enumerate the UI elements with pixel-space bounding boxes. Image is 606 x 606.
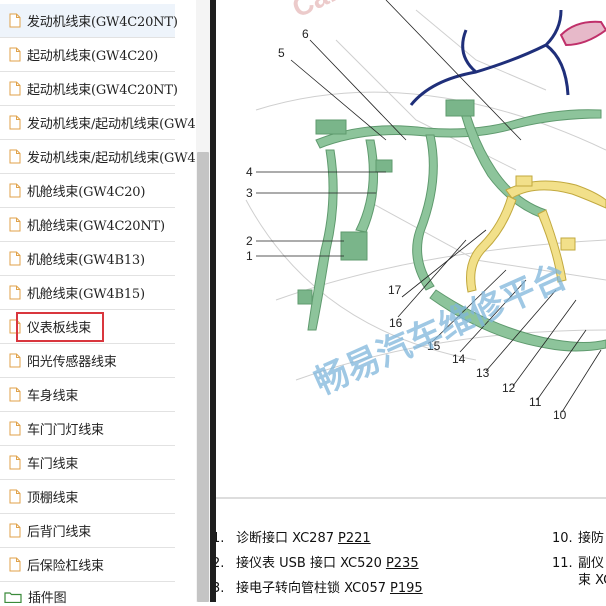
document-icon	[9, 183, 21, 198]
sidebar-item-label: 起动机线束(GW4C20NT)	[27, 79, 178, 98]
legend-item: 10.接防	[552, 527, 604, 546]
sidebar-item-label: 发动机线束/起动机线束(GW4	[27, 147, 195, 166]
legend-text: 诊断接口 XC287	[236, 531, 334, 546]
legend-text: 接仪表 USB 接口 XC520	[236, 556, 382, 571]
sidebar-item[interactable]: 后保险杠线束	[0, 548, 175, 582]
sidebar-item-label: 起动机线束(GW4C20)	[27, 45, 158, 64]
document-icon	[9, 115, 21, 130]
sidebar-scrollbar-thumb[interactable]	[197, 152, 209, 602]
sidebar-item[interactable]: 发动机线束/起动机线束(GW4	[0, 106, 175, 140]
sidebar-item-label: 机舱线束(GW4B13)	[27, 249, 145, 268]
sidebar-item-label: 后背门线束	[27, 521, 91, 540]
document-icon	[9, 217, 21, 232]
document-icon	[9, 455, 21, 470]
sidebar-item[interactable]: 机舱线束(GW4B15)	[0, 276, 175, 310]
sidebar-item[interactable]: 起动机线束(GW4C20NT)	[0, 72, 175, 106]
sidebar-item-label: 阳光传感器线束	[27, 351, 117, 370]
sidebar-item-label: 后保险杠线束	[27, 555, 104, 574]
folder-icon	[4, 591, 22, 603]
page-reference-link[interactable]: P235	[386, 556, 419, 571]
sidebar-item[interactable]: 车身线束	[0, 378, 175, 412]
document-icon	[9, 13, 21, 28]
callout-6: 6	[302, 27, 309, 41]
document-viewer[interactable]: Car	[216, 0, 606, 602]
legend-item: 3.接电子转向管柱锁 XC057 P195	[216, 577, 423, 596]
sidebar-item[interactable]: 起动机线束(GW4C20)	[0, 38, 175, 72]
document-icon	[9, 421, 21, 436]
sidebar-item[interactable]: 机舱线束(GW4B13)	[0, 242, 175, 276]
callout-4: 4	[246, 165, 253, 179]
tree-item-connector-diagram[interactable]: 插件图	[0, 587, 66, 606]
sidebar-item-label: 机舱线束(GW4C20NT)	[27, 215, 165, 234]
sidebar-item-label: 车门线束	[27, 453, 78, 472]
harness-list-sidebar: 发动机线束(GW4C20NT) 起动机线束(GW4C20) 起动机线束(GW4C20…	[0, 0, 210, 602]
page-reference-link[interactable]: P195	[390, 581, 423, 596]
document-icon	[9, 285, 21, 300]
sidebar-item[interactable]: 车门门灯线束	[0, 412, 175, 446]
legend-item: 束 XC	[552, 569, 606, 588]
callout-11: 11	[529, 395, 542, 409]
callout-5: 5	[278, 46, 285, 60]
callout-13: 13	[476, 366, 490, 380]
selected-item-highlight	[16, 312, 104, 342]
sidebar-item[interactable]: 车门线束	[0, 446, 175, 480]
sidebar-item-label: 发动机线束(GW4C20NT)	[27, 11, 178, 30]
callout-12: 12	[502, 381, 516, 395]
legend-item: 1.诊断接口 XC287 P221	[216, 527, 371, 546]
document-icon	[9, 81, 21, 96]
document-icon	[9, 523, 21, 538]
legend-text: 束 XC	[578, 573, 606, 588]
sidebar-item-label: 发动机线束/起动机线束(GW4	[27, 113, 195, 132]
sidebar-item-label: 机舱线束(GW4B15)	[27, 283, 145, 302]
sidebar-item-label: 顶棚线束	[27, 487, 78, 506]
legend-item: 2.接仪表 USB 接口 XC520 P235	[216, 552, 419, 571]
sidebar-item[interactable]: 发动机线束(GW4C20NT)	[0, 4, 175, 38]
sidebar-item[interactable]: 阳光传感器线束	[0, 344, 175, 378]
sidebar-item[interactable]: 机舱线束(GW4C20NT)	[0, 208, 175, 242]
document-icon	[9, 387, 21, 402]
harness-pink	[561, 22, 606, 45]
page-reference-link[interactable]: P221	[338, 531, 371, 546]
tree-item-label: 插件图	[28, 587, 66, 606]
callout-10: 10	[553, 408, 567, 422]
harness-blue	[411, 10, 568, 105]
sidebar-item[interactable]: 机舱线束(GW4C20)	[0, 174, 175, 208]
sidebar-item[interactable]: 发动机线束/起动机线束(GW4	[0, 140, 175, 174]
document-icon	[9, 353, 21, 368]
watermark-top: Car	[287, 0, 343, 23]
harness-diagram: Car	[216, 0, 606, 500]
sidebar-item-label: 车身线束	[27, 385, 78, 404]
document-icon	[9, 489, 21, 504]
callout-14: 14	[452, 352, 466, 366]
callout-2: 2	[246, 234, 253, 248]
document-icon	[9, 251, 21, 266]
legend-text: 接防	[578, 531, 604, 546]
sidebar-item-label: 车门门灯线束	[27, 419, 104, 438]
callout-3: 3	[246, 186, 253, 200]
legend-number: 1.	[216, 531, 236, 546]
legend-number: 3.	[216, 581, 236, 596]
document-icon	[9, 149, 21, 164]
legend-text: 接电子转向管柱锁 XC057	[236, 581, 386, 596]
document-icon	[9, 47, 21, 62]
callout-1: 1	[246, 249, 253, 263]
legend-number: 2.	[216, 556, 236, 571]
sidebar-item[interactable]: 顶棚线束	[0, 480, 175, 514]
callout-17: 17	[388, 283, 402, 297]
legend-number: 10.	[552, 531, 578, 546]
document-icon	[9, 557, 21, 572]
sidebar-item-label: 机舱线束(GW4C20)	[27, 181, 145, 200]
sidebar-item[interactable]: 后背门线束	[0, 514, 175, 548]
